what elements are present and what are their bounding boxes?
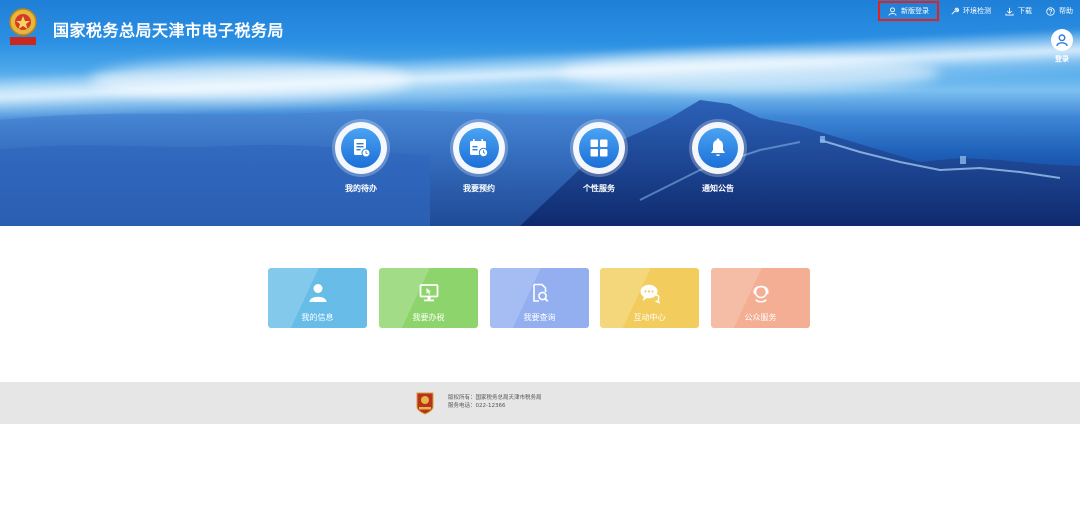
monitor-icon bbox=[379, 282, 478, 304]
quick-link-notices[interactable]: 通知公告 bbox=[673, 122, 763, 194]
quick-link-label: 我的待办 bbox=[345, 184, 377, 193]
login-label: 登录 bbox=[1055, 55, 1069, 63]
quick-link-label: 我要预约 bbox=[463, 184, 495, 193]
tax-emblem-logo bbox=[9, 8, 37, 45]
download-label: 下载 bbox=[1018, 7, 1032, 15]
tile-query[interactable]: 我要查询 bbox=[490, 268, 589, 328]
grid-icon bbox=[579, 128, 619, 168]
help-icon bbox=[1046, 6, 1055, 16]
tile-label: 我要查询 bbox=[523, 313, 556, 322]
quick-link-personal-service[interactable]: 个性服务 bbox=[554, 122, 644, 194]
user-icon bbox=[888, 6, 897, 16]
download-icon bbox=[1005, 7, 1014, 16]
environment-check-label: 环境检测 bbox=[963, 7, 991, 15]
tile-label: 互动中心 bbox=[633, 313, 666, 322]
quick-link-label: 个性服务 bbox=[583, 184, 615, 193]
quick-link-label: 通知公告 bbox=[702, 184, 734, 193]
phone-text: 服务电话：022-12366 bbox=[448, 403, 506, 409]
new-version-login-link[interactable]: 新版登录 bbox=[878, 1, 939, 21]
tile-interaction-center[interactable]: 互动中心 bbox=[600, 268, 699, 328]
environment-check-link[interactable]: 环境检测 bbox=[943, 6, 998, 16]
login-button[interactable]: 登录 bbox=[1049, 29, 1075, 64]
download-link[interactable]: 下载 bbox=[998, 6, 1039, 16]
tile-my-info[interactable]: 我的信息 bbox=[268, 268, 367, 328]
copyright-text: 版权所有：国家税务总局天津市税务局 bbox=[448, 395, 542, 401]
help-link[interactable]: 帮助 bbox=[1039, 6, 1080, 16]
calendar-clock-icon bbox=[459, 128, 499, 168]
new-version-login-label: 新版登录 bbox=[901, 7, 929, 15]
tile-label: 我要办税 bbox=[412, 313, 445, 322]
site-title: 国家税务总局天津市电子税务局 bbox=[53, 21, 285, 40]
chat-icon bbox=[600, 282, 699, 304]
top-nav: 新版登录 环境检测 下载 帮助 bbox=[878, 1, 1080, 21]
tax-bureau-badge-icon bbox=[416, 392, 434, 415]
user-circle-icon bbox=[1051, 29, 1073, 51]
quick-link-appointment[interactable]: 我要预约 bbox=[434, 122, 524, 194]
todo-list-icon bbox=[341, 128, 381, 168]
wrench-icon bbox=[951, 7, 959, 15]
bell-icon bbox=[698, 128, 738, 168]
hero-banner: 国家税务总局天津市电子税务局 新版登录 环境检测 下载 帮助 登录 我的待办 我… bbox=[0, 0, 1080, 226]
person-icon bbox=[268, 282, 367, 304]
tile-label: 公众服务 bbox=[744, 313, 777, 322]
footer: 版权所有：国家税务总局天津市税务局 服务电话：022-12366 bbox=[0, 382, 1080, 424]
tile-label: 我的信息 bbox=[301, 313, 334, 322]
tile-handle-tax[interactable]: 我要办税 bbox=[379, 268, 478, 328]
footer-text: 版权所有：国家税务总局天津市税务局 服务电话：022-12366 bbox=[448, 394, 542, 410]
tile-public-service[interactable]: 公众服务 bbox=[711, 268, 810, 328]
service-person-icon bbox=[711, 282, 810, 304]
quick-link-my-todo[interactable]: 我的待办 bbox=[316, 122, 406, 194]
search-document-icon bbox=[490, 282, 589, 304]
help-label: 帮助 bbox=[1059, 7, 1073, 15]
